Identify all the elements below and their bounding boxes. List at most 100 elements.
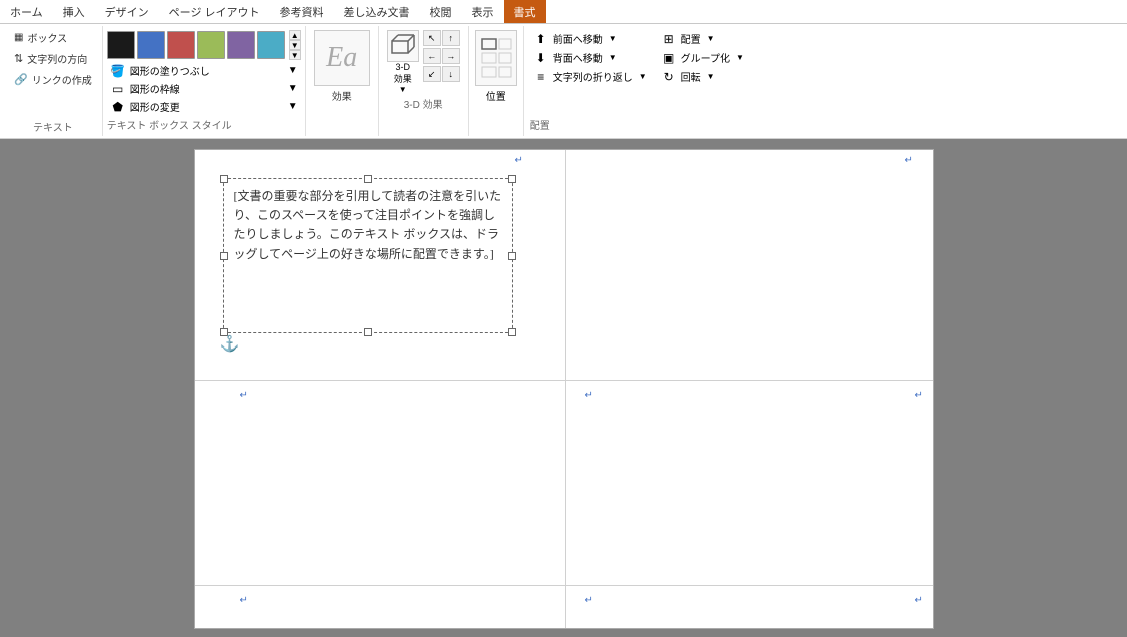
swatch-purple[interactable] <box>227 31 255 59</box>
para-mark-2: ↵ <box>905 155 913 166</box>
para-mark-1: ↵ <box>515 155 523 166</box>
effect-preview: Ea <box>326 42 357 74</box>
threed-buttons: 3-D効果 ▼ ↖ ↑ ← → ↙ ↓ <box>387 30 460 94</box>
wrap-text-icon: ≡ <box>533 70 549 84</box>
tab-mailings[interactable]: 差し込み文書 <box>334 0 420 23</box>
change-shape-icon: ⬟ <box>110 100 126 114</box>
handle-middle-left[interactable] <box>220 252 228 260</box>
threed-rotate-left[interactable]: ← <box>423 48 441 64</box>
tab-view[interactable]: 表示 <box>462 0 504 23</box>
anchor-icon: ⚓ <box>220 334 240 354</box>
threed-rotate-up[interactable]: ↖ <box>423 30 441 46</box>
ribbon-content: ▦ ボックス ⇅ 文字列の方向 🔗 リンクの作成 テキスト <box>0 24 1127 138</box>
link-btn[interactable]: 🔗 リンクの作成 <box>10 70 96 89</box>
group-btn[interactable]: ▣ グループ化 ▼ <box>658 49 747 66</box>
effect-btn[interactable]: Ea <box>314 30 370 86</box>
threed-rotate-up2[interactable]: ↑ <box>442 30 460 46</box>
swatch-scroll-down[interactable]: ▼ <box>289 40 301 50</box>
group-icon: ▣ <box>661 51 677 65</box>
text-group-label: テキスト <box>33 119 73 134</box>
change-shape-dropdown-icon[interactable]: ▼ <box>288 101 298 112</box>
tab-references[interactable]: 参考資料 <box>270 0 334 23</box>
wrap-text-btn[interactable]: ≡ 文字列の折り返し ▼ <box>530 68 650 85</box>
swatch-teal[interactable] <box>257 31 285 59</box>
swatch-scroll-more[interactable]: ▼ <box>289 50 301 60</box>
align-btn[interactable]: ⊞ 配置 ▼ <box>658 30 747 47</box>
threed-rotate-right[interactable]: → <box>442 48 460 64</box>
tab-design[interactable]: デザイン <box>95 0 159 23</box>
swatch-red[interactable] <box>167 31 195 59</box>
arrange-right: ⊞ 配置 ▼ ▣ グループ化 ▼ ↻ 回転 ▼ <box>658 30 747 115</box>
textbox-btn[interactable]: ▦ ボックス <box>10 28 71 47</box>
tab-format[interactable]: 書式 <box>504 0 546 23</box>
border-dropdown-icon[interactable]: ▼ <box>288 83 298 94</box>
threed-rotate-down[interactable]: ↙ <box>423 66 441 82</box>
group-position: 位置 <box>469 26 524 136</box>
send-backward-btn[interactable]: ⬇ 背面へ移動 ▼ <box>530 49 650 66</box>
handle-bottom-right[interactable] <box>508 328 516 336</box>
h-line-2 <box>195 585 933 586</box>
handle-bottom-center[interactable] <box>364 328 372 336</box>
position-btn[interactable] <box>475 30 517 86</box>
swatch-scroll-up[interactable]: ▲ <box>289 30 301 40</box>
swatch-blue[interactable] <box>137 31 165 59</box>
tab-insert[interactable]: 挿入 <box>53 0 95 23</box>
align-dropdown[interactable]: ▼ <box>707 34 715 43</box>
handle-top-right[interactable] <box>508 175 516 183</box>
group-dropdown[interactable]: ▼ <box>736 53 744 62</box>
change-shape-cmd[interactable]: ⬟ 図形の変更 ▼ <box>107 98 301 115</box>
border-cmd[interactable]: ▭ 図形の枠線 ▼ <box>107 80 301 97</box>
effect-label: 効果 <box>332 88 352 103</box>
wrap-text-dropdown[interactable]: ▼ <box>639 72 647 81</box>
document-page: ↵ ↵ ↵ ↵ ↵ ↵ ↵ ↵ [文書の重要な部分を引用して読者の注意を引いたり… <box>194 149 934 629</box>
fill-cmd[interactable]: 🪣 図形の塗りつぶし ▼ <box>107 62 301 79</box>
para-mark-7: ↵ <box>585 595 593 606</box>
group-style: ▲ ▼ ▼ 🪣 図形の塗りつぶし ▼ ▭ 図形の枠線 ▼ <box>103 26 306 136</box>
textbox-icon: ▦ <box>14 32 23 43</box>
threed-controls: ↖ ↑ ← → ↙ ↓ <box>423 30 460 94</box>
group-effect: Ea 効果 <box>306 26 379 136</box>
swatch-black[interactable] <box>107 31 135 59</box>
para-mark-3: ↵ <box>240 390 248 401</box>
text-direction-btn[interactable]: ⇅ 文字列の方向 <box>10 49 91 68</box>
threed-icon1 <box>387 30 419 62</box>
style-group-label: テキスト ボックス スタイル <box>107 117 301 132</box>
group-text: ▦ ボックス ⇅ 文字列の方向 🔗 リンクの作成 テキスト <box>4 26 103 136</box>
bring-forward-dropdown[interactable]: ▼ <box>609 34 617 43</box>
group-arrange: ⬆ 前面へ移動 ▼ ⬇ 背面へ移動 ▼ ≡ 文字列の折り返し ▼ <box>524 26 753 136</box>
threed-rotate-down2[interactable]: ↓ <box>442 66 460 82</box>
threed-label1: 3-D効果 <box>394 62 412 85</box>
tab-home[interactable]: ホーム <box>0 0 53 23</box>
rotate-btn[interactable]: ↻ 回転 ▼ <box>658 68 747 85</box>
ribbon: ホーム 挿入 デザイン ページ レイアウト 参考資料 差し込み文書 校閲 表示 … <box>0 0 1127 139</box>
fill-dropdown-icon[interactable]: ▼ <box>288 65 298 76</box>
textbox[interactable]: [文書の重要な部分を引用して読者の注意を引いたり、このスペースを使って注目ポイン… <box>223 178 513 333</box>
handle-top-center[interactable] <box>364 175 372 183</box>
threed-rotate-row2: ← → <box>423 48 460 64</box>
textbox-content[interactable]: [文書の重要な部分を引用して読者の注意を引いたり、このスペースを使って注目ポイン… <box>234 187 502 264</box>
handle-middle-right[interactable] <box>508 252 516 260</box>
bring-forward-btn[interactable]: ⬆ 前面へ移動 ▼ <box>530 30 650 47</box>
arrange-group-label: 配置 <box>530 117 747 132</box>
fill-icon: 🪣 <box>110 64 126 78</box>
threed-btn1[interactable]: 3-D効果 ▼ <box>387 30 419 94</box>
rotate-dropdown[interactable]: ▼ <box>707 72 715 81</box>
document-area: ↵ ↵ ↵ ↵ ↵ ↵ ↵ ↵ [文書の重要な部分を引用して読者の注意を引いたり… <box>0 139 1127 637</box>
swatch-green[interactable] <box>197 31 225 59</box>
arrange-left: ⬆ 前面へ移動 ▼ ⬇ 背面へ移動 ▼ ≡ 文字列の折り返し ▼ <box>530 30 650 115</box>
tab-page-layout[interactable]: ページ レイアウト <box>159 0 270 23</box>
handle-top-left[interactable] <box>220 175 228 183</box>
shape-commands: 🪣 図形の塗りつぶし ▼ ▭ 図形の枠線 ▼ ⬟ 図形の変更 ▼ <box>107 62 301 115</box>
h-line-1 <box>195 380 933 381</box>
para-mark-4: ↵ <box>585 390 593 401</box>
tab-review[interactable]: 校閲 <box>420 0 462 23</box>
threed-dropdown1[interactable]: ▼ <box>399 85 407 94</box>
para-mark-5: ↵ <box>915 390 923 401</box>
send-backward-dropdown[interactable]: ▼ <box>609 53 617 62</box>
threed-rotate-row3: ↙ ↓ <box>423 66 460 82</box>
group-threed: 3-D効果 ▼ ↖ ↑ ← → ↙ ↓ <box>379 26 469 136</box>
arrange-columns: ⬆ 前面へ移動 ▼ ⬇ 背面へ移動 ▼ ≡ 文字列の折り返し ▼ <box>530 30 747 115</box>
send-backward-icon: ⬇ <box>533 51 549 65</box>
threed-rotate-row1: ↖ ↑ <box>423 30 460 46</box>
ribbon-tab-bar: ホーム 挿入 デザイン ページ レイアウト 参考資料 差し込み文書 校閲 表示 … <box>0 0 1127 24</box>
